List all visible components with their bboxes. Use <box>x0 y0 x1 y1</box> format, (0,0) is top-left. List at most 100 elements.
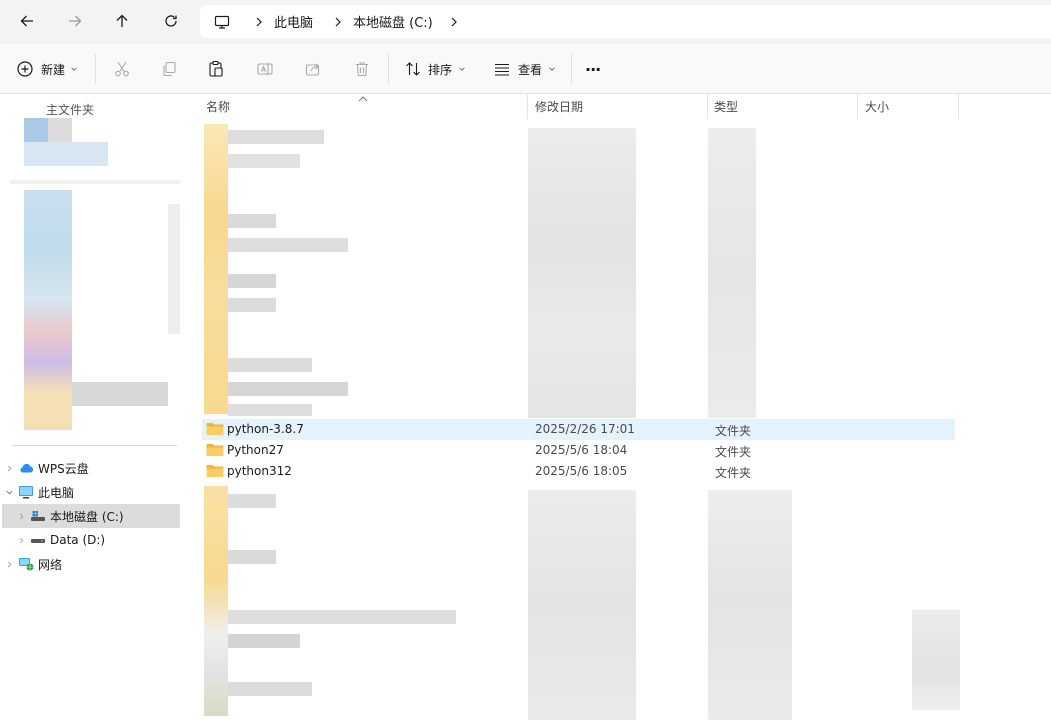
chevron-down-icon <box>459 67 465 71</box>
navigation-bar: 此电脑 本地磁盘 (C:) <box>0 0 1051 44</box>
file-name: python312 <box>227 464 292 478</box>
sort-ascending-icon <box>358 94 368 105</box>
column-divider[interactable] <box>527 94 528 119</box>
plus-circle-icon <box>17 61 33 77</box>
command-toolbar: 新建 排序 查看 ··· <box>0 44 1051 94</box>
blurred-region <box>10 180 180 184</box>
toolbar-divider <box>95 54 96 84</box>
chevron-right-icon[interactable] <box>14 537 28 544</box>
chevron-right-icon[interactable] <box>2 465 16 472</box>
file-row-python312[interactable]: python312 2025/5/6 18:05 文件夹 <box>202 461 955 482</box>
drive-c-icon <box>28 508 48 524</box>
address-bar[interactable]: 此电脑 本地磁盘 (C:) <box>200 5 1051 38</box>
blurred-region <box>228 130 324 144</box>
chevron-right-icon[interactable] <box>14 513 28 520</box>
blurred-region <box>24 190 72 430</box>
refresh-button[interactable] <box>156 8 186 34</box>
blurred-region <box>708 128 756 418</box>
more-options-button[interactable]: ··· <box>585 55 601 83</box>
breadcrumb-chevron-icon[interactable] <box>244 5 274 38</box>
arrow-left-icon <box>20 15 33 27</box>
file-date: 2025/5/6 18:05 <box>535 464 628 478</box>
file-row-python-3-8-7[interactable]: python-3.8.7 2025/2/26 17:01 文件夹 <box>202 419 955 440</box>
blurred-region <box>228 382 348 396</box>
blurred-region <box>48 118 72 142</box>
drive-d-icon <box>28 532 48 548</box>
arrow-right-icon <box>69 15 82 27</box>
file-name: Python27 <box>227 443 284 457</box>
blurred-region <box>708 490 792 720</box>
file-type: 文件夹 <box>715 445 752 459</box>
share-button[interactable] <box>304 55 322 83</box>
breadcrumb-this-pc[interactable]: 此电脑 <box>274 5 313 38</box>
sidebar-item-wps-cloud[interactable]: WPS云盘 <box>2 456 180 480</box>
rename-button[interactable] <box>256 55 274 83</box>
copy-button[interactable] <box>160 55 178 83</box>
sidebar-item-label: 此电脑 <box>38 485 75 500</box>
file-date: 2025/5/6 18:04 <box>535 443 628 457</box>
copy-icon <box>163 61 176 77</box>
cut-button[interactable] <box>113 55 131 83</box>
sidebar-item-label: WPS云盘 <box>38 461 89 476</box>
sort-button[interactable]: 排序 <box>404 55 466 83</box>
chevron-right-icon[interactable] <box>2 561 16 568</box>
toolbar-divider <box>571 54 572 84</box>
column-divider[interactable] <box>857 94 858 119</box>
computer-icon <box>16 484 36 500</box>
delete-button[interactable] <box>353 55 371 83</box>
folder-icon <box>206 423 224 435</box>
sidebar-divider <box>12 445 177 446</box>
blurred-region <box>228 358 312 372</box>
file-list-pane: 名称 修改日期 类型 大小 python-3.8.7 2025/2/26 17:… <box>188 94 1051 725</box>
network-icon <box>16 556 36 572</box>
back-button[interactable] <box>12 8 42 34</box>
file-type: 文件夹 <box>715 424 752 438</box>
blurred-region <box>72 382 168 406</box>
forward-button[interactable] <box>60 8 90 34</box>
toolbar-divider <box>388 54 389 84</box>
sidebar-item-local-disk-c[interactable]: 本地磁盘 (C:) <box>2 504 180 528</box>
blurred-region <box>228 610 456 624</box>
sidebar-item-label: Data (D:) <box>50 533 106 547</box>
breadcrumb-chevron-icon[interactable] <box>439 5 469 38</box>
breadcrumb-chevron-icon[interactable] <box>323 5 353 38</box>
breadcrumb-local-disk-c[interactable]: 本地磁盘 (C:) <box>353 5 433 38</box>
blurred-region <box>228 154 300 168</box>
file-row-python27[interactable]: Python27 2025/5/6 18:04 文件夹 <box>202 440 955 461</box>
paste-button[interactable] <box>207 55 225 83</box>
column-header-name[interactable]: 名称 <box>206 94 230 119</box>
file-name: python-3.8.7 <box>227 422 304 436</box>
column-header-size[interactable]: 大小 <box>865 94 889 119</box>
column-divider[interactable] <box>707 94 708 119</box>
blurred-region <box>24 142 108 166</box>
computer-icon <box>200 14 244 30</box>
view-button[interactable]: 查看 <box>493 55 556 83</box>
column-header-date[interactable]: 修改日期 <box>535 94 583 119</box>
trash-icon <box>356 62 368 77</box>
cloud-icon <box>16 460 36 476</box>
blurred-region <box>228 214 276 228</box>
blurred-region <box>228 494 276 508</box>
home-folder-label[interactable]: 主文件夹 <box>46 101 94 118</box>
blurred-region <box>528 490 636 720</box>
new-label: 新建 <box>41 62 66 77</box>
sidebar-item-label: 网络 <box>38 557 63 572</box>
column-divider[interactable] <box>958 94 959 119</box>
arrow-up-icon <box>116 14 128 27</box>
up-button[interactable] <box>107 8 137 34</box>
blurred-region <box>24 118 48 142</box>
sort-icon <box>406 62 420 76</box>
sidebar-item-label: 本地磁盘 (C:) <box>50 509 124 524</box>
chevron-down-icon[interactable] <box>2 489 16 496</box>
column-header-type[interactable]: 类型 <box>714 94 738 119</box>
folder-icon <box>206 444 224 456</box>
navigation-pane: 主文件夹 WPS云盘 此电脑 本地磁盘 (C:) Data (D:) 网络 <box>0 94 188 725</box>
blurred-region <box>204 124 228 414</box>
sidebar-item-this-pc[interactable]: 此电脑 <box>2 480 180 504</box>
clipboard-icon <box>209 60 223 77</box>
sidebar-item-data-d[interactable]: Data (D:) <box>2 528 180 552</box>
chevron-down-icon <box>549 67 555 71</box>
sidebar-item-network[interactable]: 网络 <box>2 552 180 576</box>
scissors-icon <box>115 61 129 77</box>
new-button[interactable]: 新建 <box>16 55 78 83</box>
